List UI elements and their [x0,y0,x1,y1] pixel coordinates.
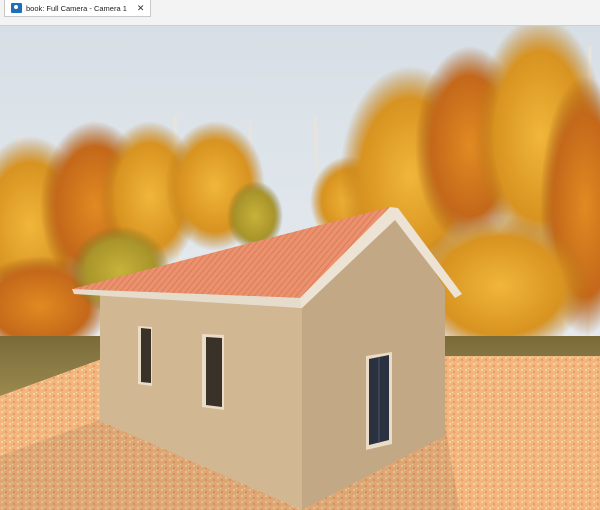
close-icon[interactable]: ✕ [137,3,145,13]
tab-full-camera[interactable]: book: Full Camera - Camera 1 ✕ [4,0,152,17]
tab-bar: book: Full Camera - Camera 1 ✕ [0,0,600,26]
render-window: book: Full Camera - Camera 1 ✕ [0,0,600,510]
tab-label: book: Full Camera - Camera 1 [26,3,127,13]
rendered-scene [0,26,600,510]
camera-view-icon [11,3,22,13]
camera-viewport[interactable] [0,26,600,510]
gable-window [366,352,392,450]
